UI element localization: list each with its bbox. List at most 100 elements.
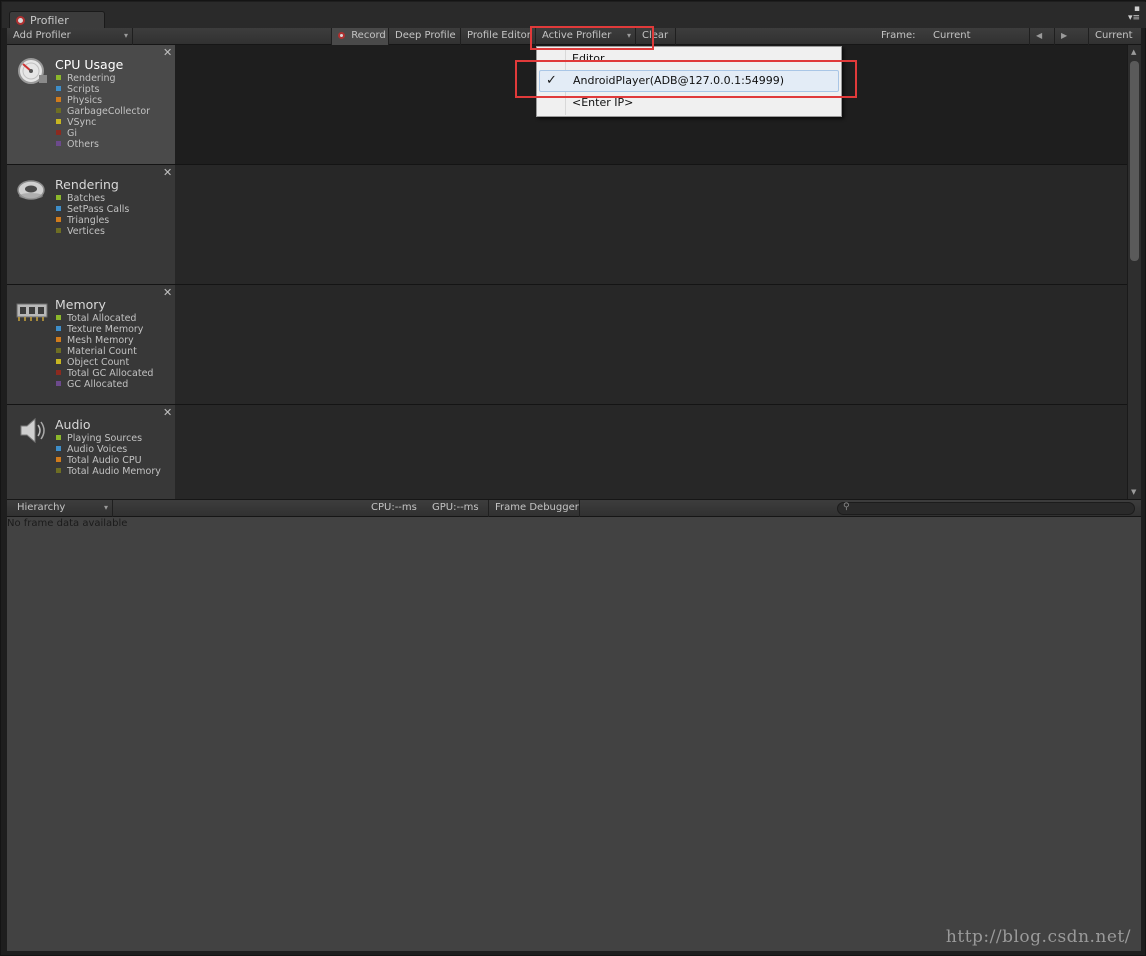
- legend-label: Material Count: [67, 346, 137, 357]
- color-swatch: [56, 337, 61, 342]
- legend-label: Vertices: [67, 226, 105, 237]
- gpu-time: GPU:--ms: [432, 502, 479, 513]
- legend-item[interactable]: Texture Memory: [56, 324, 153, 335]
- legend-list: Playing Sources Audio Voices Total Audio…: [56, 433, 161, 477]
- current-frame-label: Current: [1095, 30, 1133, 41]
- legend-item[interactable]: Playing Sources: [56, 433, 161, 444]
- legend-item[interactable]: Total GC Allocated: [56, 368, 153, 379]
- legend-list: Rendering Scripts Physics GarbageCollect…: [56, 73, 150, 150]
- color-swatch: [56, 359, 61, 364]
- window-controls[interactable]: ▪ ▾≡: [1128, 5, 1140, 23]
- legend-list: Total Allocated Texture Memory Mesh Memo…: [56, 313, 153, 390]
- no-data-message: No frame data available: [7, 518, 128, 529]
- legend-item[interactable]: Mesh Memory: [56, 335, 153, 346]
- module-rendering[interactable]: Rendering ✕ Batches SetPass Calls Triang…: [7, 165, 1127, 285]
- color-swatch: [56, 108, 61, 113]
- module-title: Rendering: [55, 177, 119, 192]
- module-sidebar[interactable]: Memory ✕ Total Allocated Texture Memory …: [7, 285, 175, 404]
- legend-label: Playing Sources: [67, 433, 143, 444]
- color-swatch: [56, 75, 61, 80]
- color-swatch: [56, 86, 61, 91]
- current-frame-button[interactable]: Current: [1089, 28, 1141, 45]
- detail-toolbar: Hierarchy CPU:--ms GPU:--ms Frame Debugg…: [7, 499, 1141, 517]
- legend-item[interactable]: GC Allocated: [56, 379, 153, 390]
- legend-item[interactable]: Audio Voices: [56, 444, 161, 455]
- close-icon[interactable]: ✕: [163, 166, 172, 179]
- legend-item[interactable]: Others: [56, 139, 150, 150]
- scroll-up-icon[interactable]: ▲: [1131, 48, 1136, 56]
- record-button[interactable]: Record: [331, 28, 389, 45]
- color-swatch: [56, 206, 61, 211]
- legend-item[interactable]: Vertices: [56, 226, 129, 237]
- legend-item[interactable]: Total Allocated: [56, 313, 153, 324]
- legend-label: VSync: [67, 117, 97, 128]
- legend-label: Object Count: [67, 357, 130, 368]
- prev-frame-button[interactable]: ◀: [1029, 28, 1055, 45]
- legend-item[interactable]: GarbageCollector: [56, 106, 150, 117]
- legend-item[interactable]: Total Audio CPU: [56, 455, 161, 466]
- legend-item[interactable]: Total Audio Memory: [56, 466, 161, 477]
- module-title: Audio: [55, 417, 91, 432]
- cpu-usage-icon: [18, 58, 47, 84]
- scrollbar-thumb[interactable]: [1130, 61, 1139, 261]
- frame-debugger-button[interactable]: Frame Debugger: [488, 500, 580, 517]
- color-swatch: [56, 141, 61, 146]
- scroll-down-icon[interactable]: ▼: [1131, 488, 1136, 496]
- legend-item[interactable]: Rendering: [56, 73, 150, 84]
- rendering-graph[interactable]: [175, 165, 1127, 284]
- legend-item[interactable]: Scripts: [56, 84, 150, 95]
- deep-profile-button[interactable]: Deep Profile: [389, 28, 461, 45]
- audio-graph[interactable]: [175, 405, 1127, 499]
- module-audio[interactable]: Audio ✕ Playing Sources Audio Voices Tot…: [7, 405, 1127, 499]
- legend-item[interactable]: Material Count: [56, 346, 153, 357]
- close-icon[interactable]: ✕: [163, 46, 172, 59]
- tab-bar: Profiler ▪ ▾≡: [2, 2, 1146, 29]
- profile-editor-label: Profile Editor: [467, 30, 531, 41]
- module-sidebar[interactable]: Rendering ✕ Batches SetPass Calls Triang…: [7, 165, 175, 284]
- legend-item[interactable]: Physics: [56, 95, 150, 106]
- color-swatch: [56, 326, 61, 331]
- profiler-icon: [16, 16, 25, 25]
- module-sidebar[interactable]: Audio ✕ Playing Sources Audio Voices Tot…: [7, 405, 175, 499]
- legend-label: Physics: [67, 95, 103, 106]
- legend-item[interactable]: SetPass Calls: [56, 204, 129, 215]
- close-icon[interactable]: ✕: [163, 286, 172, 299]
- color-swatch: [56, 457, 61, 462]
- frame-value: Current: [933, 30, 971, 41]
- legend-label: Triangles: [67, 215, 110, 226]
- tab-profiler[interactable]: Profiler: [9, 11, 105, 29]
- legend-label: Audio Voices: [67, 444, 128, 455]
- color-swatch: [56, 97, 61, 102]
- vertical-scrollbar[interactable]: ▲ ▼: [1127, 45, 1141, 499]
- legend-label: Texture Memory: [67, 324, 144, 335]
- module-memory[interactable]: Memory ✕ Total Allocated Texture Memory …: [7, 285, 1127, 405]
- frame-label: Frame:: [881, 30, 916, 41]
- window-menu-icon[interactable]: ▪ ▾≡: [1128, 4, 1140, 23]
- module-title: CPU Usage: [55, 57, 124, 72]
- legend-label: Batches: [67, 193, 106, 204]
- legend-label: Gi: [67, 128, 78, 139]
- profile-editor-button[interactable]: Profile Editor: [461, 28, 536, 45]
- search-input[interactable]: ⚲: [837, 502, 1135, 515]
- next-frame-icon: ▶: [1061, 31, 1068, 40]
- color-swatch: [56, 381, 61, 386]
- legend-item[interactable]: Object Count: [56, 357, 153, 368]
- legend-item[interactable]: Gi: [56, 128, 150, 139]
- deep-profile-label: Deep Profile: [395, 30, 456, 41]
- hierarchy-dropdown[interactable]: Hierarchy: [7, 500, 113, 517]
- legend-label: Total Audio CPU: [67, 455, 142, 466]
- color-swatch: [56, 435, 61, 440]
- module-sidebar[interactable]: CPU Usage ✕ Rendering Scripts Physics Ga…: [7, 45, 175, 164]
- legend-item[interactable]: Batches: [56, 193, 129, 204]
- legend-label: Mesh Memory: [67, 335, 134, 346]
- color-swatch: [56, 315, 61, 320]
- color-swatch: [56, 348, 61, 353]
- next-frame-button[interactable]: ▶: [1055, 28, 1089, 45]
- add-profiler-dropdown[interactable]: Add Profiler: [7, 28, 133, 45]
- memory-graph[interactable]: [175, 285, 1127, 404]
- legend-item[interactable]: VSync: [56, 117, 150, 128]
- close-icon[interactable]: ✕: [163, 406, 172, 419]
- frame-debugger-label: Frame Debugger: [495, 502, 579, 513]
- legend-item[interactable]: Triangles: [56, 215, 129, 226]
- color-swatch: [56, 195, 61, 200]
